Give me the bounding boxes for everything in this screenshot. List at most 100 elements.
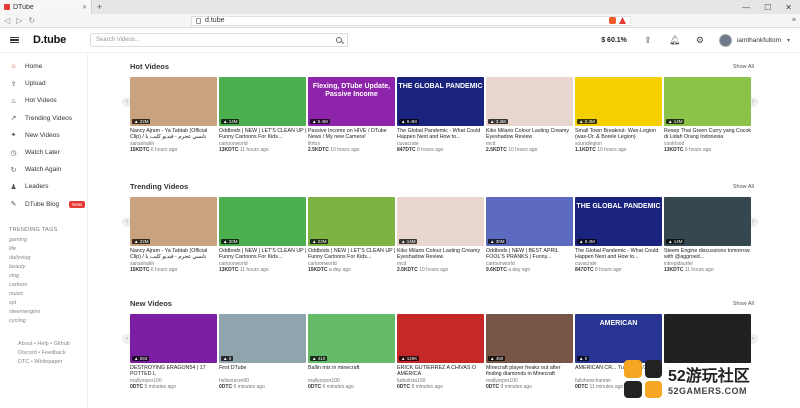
search-input[interactable]: Search Videos...	[96, 37, 336, 43]
video-title[interactable]: ERICK GUTIERREZ A CHIVAS O AMÉRICA	[397, 365, 486, 377]
video-thumbnail[interactable]: ▲ 22M	[130, 197, 217, 246]
video-card[interactable]: ▲ 30M Oddbods | NEW | BEST APRIL FOOL'S …	[486, 197, 575, 273]
video-thumbnail[interactable]: ▲ 20M	[219, 197, 306, 246]
video-title[interactable]: Ballin mix in minecraft	[308, 365, 397, 377]
video-card[interactable]: ▲ 120K ERICK GUTIERREZ A CHIVAS O AMÉRIC…	[397, 314, 486, 390]
video-title[interactable]: Oddbods | NEW | LET'S CLEAN UP | Funny C…	[219, 248, 308, 260]
video-card[interactable]: ▲ 22M Oddbods | NEW | LET'S CLEAN UP | F…	[308, 197, 397, 273]
video-title[interactable]: Nancy Ajram - Ya Tabtab (Official Clip) …	[130, 128, 219, 140]
sidebar-item-upload[interactable]: ⇪ Upload	[0, 75, 87, 92]
sidebar-item-new-videos[interactable]: ✦ New Videos	[0, 127, 87, 144]
video-thumbnail[interactable]: ▲ 14M	[664, 197, 751, 246]
trending-tag[interactable]: steemengine	[0, 308, 87, 317]
video-thumbnail[interactable]: ▲ 410	[308, 314, 395, 363]
video-thumbnail[interactable]: ▲ 14M	[219, 77, 306, 126]
show-all-link[interactable]: Show All	[733, 184, 754, 190]
minimize-icon[interactable]: —	[742, 3, 750, 12]
close-window-icon[interactable]: ✕	[785, 3, 792, 12]
video-title[interactable]: DESTROYING ERAGON54 | 17 POTTED L	[130, 365, 219, 377]
video-card[interactable]: ▲ 410 Ballin mix in minecraft mallyorpor…	[308, 314, 397, 390]
notifications-bell-icon[interactable]: 🔔︎	[669, 35, 680, 46]
sidebar-item-home[interactable]: ⌂ Home	[0, 58, 87, 75]
video-thumbnail[interactable]: ▲ 120K	[397, 314, 484, 363]
video-title[interactable]: Minecraft player freaks out after findin…	[486, 365, 575, 377]
video-card[interactable]: ▲ 22M Nancy Ajram - Ya Tabtab (Official …	[130, 197, 219, 273]
forward-icon[interactable]: ▷	[16, 16, 22, 25]
footer-links[interactable]: Discord • Feedback	[0, 349, 87, 358]
chevron-down-icon[interactable]: ▾	[787, 37, 790, 44]
sidebar-item-dtube-blog[interactable]: ✎ DTube Blog New!	[0, 196, 87, 213]
video-thumbnail[interactable]: ▲ 0	[219, 314, 306, 363]
video-title[interactable]: The Global Pandemic - What Could Happen …	[397, 128, 486, 140]
video-title[interactable]: Resep Thai Green Curry yang Cocok di Lid…	[664, 128, 753, 140]
sidebar-item-hot-videos[interactable]: ♨ Hot Videos	[0, 92, 87, 109]
trending-tag[interactable]: life	[0, 245, 87, 254]
video-title[interactable]: First DTube	[219, 365, 308, 377]
video-thumbnail[interactable]: THE GLOBAL PANDEMIC ▲ 9.4M	[397, 77, 484, 126]
back-icon[interactable]: ◁	[4, 16, 10, 25]
trending-tag[interactable]: cycling	[0, 317, 87, 326]
dtube-logo[interactable]: D.tube	[33, 34, 66, 46]
upload-header-icon[interactable]: ⇪	[643, 35, 653, 46]
new-tab-button[interactable]: +	[97, 2, 102, 12]
video-title[interactable]: Nancy Ajram - Ya Tabtab (Official Clip) …	[130, 248, 219, 260]
video-card[interactable]: ▲ 2.4M Small Town Breakout- Wax-Legion (…	[575, 77, 664, 153]
video-title[interactable]: Kiko Milano Colour Lasting Creamy Eyesha…	[486, 128, 575, 140]
video-card[interactable]: ▲ 20M Oddbods | NEW | LET'S CLEAN UP | F…	[219, 197, 308, 273]
trending-tag[interactable]: cartoon	[0, 281, 87, 290]
video-thumbnail[interactable]: ▲ 593	[130, 314, 217, 363]
video-card[interactable]: Flexing, DTube Update, Passive Income ▲ …	[308, 77, 397, 153]
settings-gear-icon[interactable]: ⚙	[695, 35, 705, 46]
video-card[interactable]: THE GLOBAL PANDEMIC ▲ 9.4M The Global Pa…	[397, 77, 486, 153]
reload-icon[interactable]: ↻	[28, 16, 35, 25]
video-thumbnail[interactable]: ▲ 30M	[486, 197, 573, 246]
search-box[interactable]: Search Videos...	[90, 33, 349, 47]
video-card[interactable]: ▲ 14M Oddbods | NEW | LET'S CLEAN UP | F…	[219, 77, 308, 153]
hamburger-menu-icon[interactable]	[10, 36, 19, 44]
search-icon[interactable]	[336, 37, 343, 43]
footer-links[interactable]: DTC • Whitepaper	[0, 358, 87, 367]
sidebar-item-trending-videos[interactable]: ↗ Trending Videos	[0, 110, 87, 127]
video-title[interactable]: Steem Engine discussions tomorrow with @…	[664, 248, 753, 260]
footer-links[interactable]: About • Help • Github	[0, 340, 87, 349]
video-card[interactable]: ▲ 593 DESTROYING ERAGON54 | 17 POTTED L …	[130, 314, 219, 390]
sidebar-item-watch-later[interactable]: ◷ Watch Later	[0, 144, 87, 161]
trending-tag[interactable]: vlog	[0, 272, 87, 281]
video-title[interactable]: The Global Pandemic - What Could Happen …	[575, 248, 664, 260]
video-title[interactable]: Oddbods | NEW | BEST APRIL FOOL'S PRANKS…	[486, 248, 575, 260]
video-thumbnail[interactable]: THE GLOBAL PANDEMIC ▲ 9.4M	[575, 197, 662, 246]
show-all-link[interactable]: Show All	[733, 64, 754, 70]
video-title[interactable]: Kiko Milano Colour Lasting Creamy Eyesha…	[397, 248, 486, 260]
video-card[interactable]: THE GLOBAL PANDEMIC ▲ 9.4M The Global Pa…	[575, 197, 664, 273]
browser-menu-icon[interactable]: ≡	[792, 17, 796, 24]
url-field[interactable]: d.tube	[191, 15, 632, 26]
video-thumbnail[interactable]: Flexing, DTube Update, Passive Income ▲ …	[308, 77, 395, 126]
browser-tab[interactable]: DTube ✕	[0, 0, 92, 14]
video-card[interactable]: ▲ 450 Minecraft player freaks out after …	[486, 314, 575, 390]
sidebar-item-watch-again[interactable]: ↻ Watch Again	[0, 161, 87, 178]
maximize-icon[interactable]: ☐	[764, 3, 771, 12]
video-title[interactable]: Oddbods | NEW | LET'S CLEAN UP | Funny C…	[219, 128, 308, 140]
close-tab-icon[interactable]: ✕	[82, 4, 87, 11]
video-title[interactable]: Passive Income on HIVE / DTube News / My…	[308, 128, 397, 140]
video-thumbnail[interactable]: ▲ 2.4M	[575, 77, 662, 126]
username[interactable]: iamthankfultom	[737, 37, 781, 44]
trending-tag[interactable]: dailyvlog	[0, 254, 87, 263]
video-card[interactable]: ▲ 3.4M Kiko Milano Colour Lasting Creamy…	[486, 77, 575, 153]
shield-extension-icon[interactable]	[609, 17, 617, 24]
trending-tag[interactable]: spt	[0, 299, 87, 308]
video-thumbnail[interactable]: ▲ 3.4M	[486, 77, 573, 126]
sidebar-item-leaders[interactable]: ♟ Leaders	[0, 178, 87, 195]
show-all-link[interactable]: Show All	[733, 301, 754, 307]
warning-extension-icon[interactable]	[619, 17, 627, 24]
video-card[interactable]: ▲ 0 First DTube hellsourcer00 0DTC 6 min…	[219, 314, 308, 390]
video-card[interactable]: ▲ 14M Resep Thai Green Curry yang Cocok …	[664, 77, 753, 153]
video-card[interactable]: ▲ 14M Steem Engine discussions tomorrow …	[664, 197, 753, 273]
trending-tag[interactable]: music	[0, 290, 87, 299]
user-avatar[interactable]	[718, 33, 732, 47]
video-card[interactable]: ▲ 14M Kiko Milano Colour Lasting Creamy …	[397, 197, 486, 273]
video-title[interactable]: Small Town Breakout- Wax-Legion (wax-Dr.…	[575, 128, 664, 140]
video-title[interactable]: Oddbods | NEW | LET'S CLEAN UP | Funny C…	[308, 248, 397, 260]
video-card[interactable]: ▲ 22M Nancy Ajram - Ya Tabtab (Official …	[130, 77, 219, 153]
video-thumbnail[interactable]: ▲ 450	[486, 314, 573, 363]
